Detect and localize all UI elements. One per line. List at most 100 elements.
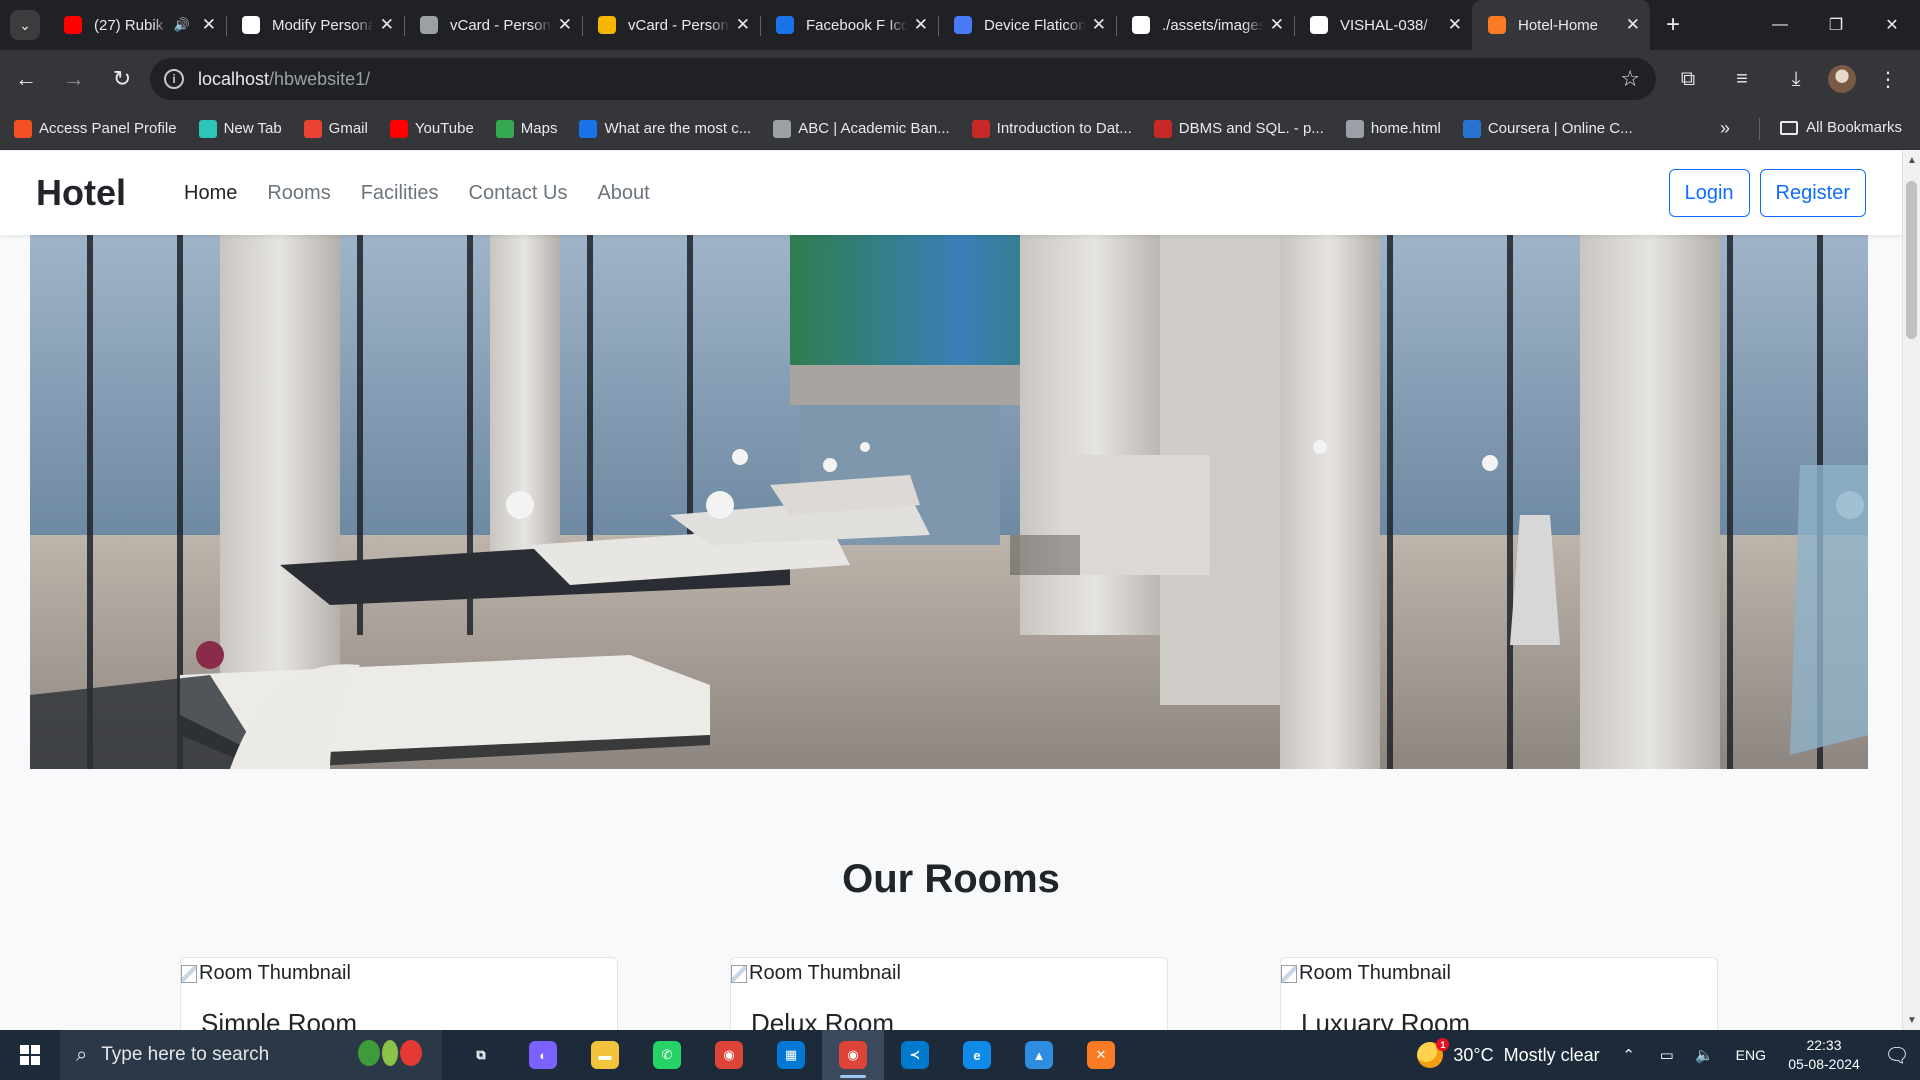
close-window-button[interactable]: ✕ xyxy=(1864,0,1920,50)
tab-title: VISHAL-038/ xyxy=(1340,16,1428,34)
battery-icon[interactable]: ▭ xyxy=(1648,1046,1686,1064)
all-bookmarks-button[interactable]: All Bookmarks xyxy=(1780,119,1902,136)
nav-link-about[interactable]: About xyxy=(597,182,649,205)
taskbar-app[interactable]: ◉ xyxy=(698,1030,760,1080)
xampp-icon xyxy=(1488,16,1506,34)
forward-button[interactable]: → xyxy=(52,57,96,101)
browser-tab[interactable]: ./assets/images ✕ xyxy=(1116,0,1294,50)
more-bookmarks-icon[interactable]: » xyxy=(1720,118,1730,139)
browser-toolbar: ← → ↻ i localhost/hbwebsite1/ ☆ ⧉ ≡ ⤓ ⋮ xyxy=(0,50,1920,108)
extensions-icon[interactable]: ⧉ xyxy=(1666,57,1710,101)
browser-tab[interactable]: vCard - Personal ✕ xyxy=(582,0,760,50)
nav-link-contact-us[interactable]: Contact Us xyxy=(469,182,568,205)
bookmark-item[interactable]: Gmail xyxy=(303,119,368,138)
volume-icon[interactable]: 🔈 xyxy=(1686,1046,1724,1064)
bookmark-star-icon[interactable]: ☆ xyxy=(1620,66,1640,92)
tab-search-button[interactable]: ⌄ xyxy=(10,10,40,40)
bookmark-favicon-icon xyxy=(579,119,598,138)
taskbar-app[interactable]: ⧉ xyxy=(450,1030,512,1080)
media-control-icon[interactable]: ≡ xyxy=(1720,57,1764,101)
taskbar-app[interactable]: ◐ xyxy=(512,1030,574,1080)
bookmark-item[interactable]: DBMS and SQL. - p... xyxy=(1153,119,1324,138)
register-button[interactable]: Register xyxy=(1759,169,1866,217)
tab-title: (27) Rubik xyxy=(94,16,164,34)
new-tab-button[interactable]: + xyxy=(1666,11,1680,39)
minimize-button[interactable]: — xyxy=(1752,0,1808,50)
back-button[interactable]: ← xyxy=(4,57,48,101)
bookmark-list: Access Panel Profile New Tab Gmail YouTube M… xyxy=(14,119,1655,138)
scroll-up-icon[interactable]: ▲ xyxy=(1907,155,1917,166)
close-tab-icon[interactable]: ✕ xyxy=(1626,15,1640,35)
start-button[interactable] xyxy=(0,1030,60,1080)
speaker-icon[interactable]: 🔊 xyxy=(174,17,190,33)
browser-tab[interactable]: Hotel-Home ✕ xyxy=(1472,0,1650,50)
page-scrollbar[interactable]: ▲ ▼ xyxy=(1902,151,1920,1030)
bookmark-item[interactable]: YouTube xyxy=(389,119,474,138)
nav-link-facilities[interactable]: Facilities xyxy=(361,182,439,205)
taskbar-app[interactable]: ▬ xyxy=(574,1030,636,1080)
broken-image-icon xyxy=(181,964,197,983)
room-thumbnail-alt: Room Thumbnail xyxy=(1299,962,1451,984)
taskbar-app[interactable]: ✕ xyxy=(1070,1030,1132,1080)
browser-tab[interactable]: Device Flaticon ✕ xyxy=(938,0,1116,50)
scroll-down-icon[interactable]: ▼ xyxy=(1907,1015,1917,1026)
browser-tab[interactable]: VISHAL-038/ ✕ xyxy=(1294,0,1472,50)
room-card[interactable]: Room Thumbnail Simple Room xyxy=(180,957,618,1030)
bookmark-item[interactable]: Access Panel Profile xyxy=(14,119,177,138)
reload-button[interactable]: ↻ xyxy=(100,57,144,101)
browser-tab[interactable]: Modify Persona ✕ xyxy=(226,0,404,50)
site-info-icon[interactable]: i xyxy=(164,69,184,89)
room-name: Luxuary Room xyxy=(1301,1008,1471,1030)
close-tab-icon[interactable]: ✕ xyxy=(1448,15,1462,35)
bookmark-item[interactable]: Introduction to Dat... xyxy=(971,119,1132,138)
room-thumbnail-alt: Room Thumbnail xyxy=(199,962,351,984)
chevron-up-icon[interactable]: ⌃ xyxy=(1610,1046,1648,1064)
taskbar-app[interactable]: ◉ xyxy=(822,1030,884,1080)
bookmark-item[interactable]: home.html xyxy=(1345,119,1441,138)
bookmark-item[interactable]: Coursera | Online C... xyxy=(1462,119,1633,138)
chatgpt-icon xyxy=(242,16,260,34)
taskbar-app[interactable]: ✆ xyxy=(636,1030,698,1080)
close-tab-icon[interactable]: ✕ xyxy=(558,15,572,35)
language-indicator[interactable]: ENG xyxy=(1736,1047,1766,1063)
clock[interactable]: 22:33 05-08-2024 xyxy=(1784,1036,1864,1074)
taskbar-app[interactable]: e xyxy=(946,1030,1008,1080)
tab-title: Device Flaticon xyxy=(984,16,1086,34)
close-tab-icon[interactable]: ✕ xyxy=(202,15,216,35)
nav-link-rooms[interactable]: Rooms xyxy=(267,182,330,205)
taskbar-app[interactable]: ▦ xyxy=(760,1030,822,1080)
bookmark-item[interactable]: New Tab xyxy=(198,119,282,138)
bookmark-item[interactable]: What are the most c... xyxy=(579,119,751,138)
nav-link-home[interactable]: Home xyxy=(184,182,237,205)
room-card[interactable]: Room Thumbnail Delux Room xyxy=(730,957,1168,1030)
all-bookmarks-label: All Bookmarks xyxy=(1806,119,1902,136)
notification-icon[interactable]: 🗨 xyxy=(1874,1043,1920,1068)
close-tab-icon[interactable]: ✕ xyxy=(380,15,394,35)
weather-icon[interactable]: 1 xyxy=(1417,1038,1450,1068)
bookmark-item[interactable]: Maps xyxy=(495,119,557,138)
scroll-thumb[interactable] xyxy=(1906,181,1917,339)
profile-avatar[interactable] xyxy=(1828,65,1856,93)
tab-title: Facebook F Icon xyxy=(806,16,908,34)
bookmark-item[interactable]: ABC | Academic Ban... xyxy=(773,119,950,138)
taskbar-app[interactable]: ▲ xyxy=(1008,1030,1070,1080)
download-icon[interactable]: ⤓ xyxy=(1774,57,1818,101)
address-bar[interactable]: i localhost/hbwebsite1/ ☆ xyxy=(150,58,1656,100)
close-tab-icon[interactable]: ✕ xyxy=(736,15,750,35)
brand-logo[interactable]: Hotel xyxy=(36,172,126,214)
browser-tab[interactable]: vCard - Personal ✕ xyxy=(404,0,582,50)
browser-tab[interactable]: (27) Rubik 🔊 ✕ xyxy=(48,0,226,50)
room-card[interactable]: Room Thumbnail Luxuary Room xyxy=(1280,957,1718,1030)
photos-icon: ▲ xyxy=(1025,1041,1053,1069)
close-tab-icon[interactable]: ✕ xyxy=(1092,15,1106,35)
browser-tabstrip: ⌄ (27) Rubik 🔊 ✕ Modify Persona ✕ vCard - Per… xyxy=(0,0,1920,50)
menu-icon[interactable]: ⋮ xyxy=(1866,57,1910,101)
taskbar-app[interactable]: ≺ xyxy=(884,1030,946,1080)
flag-icon xyxy=(776,16,794,34)
browser-tab[interactable]: Facebook F Icon ✕ xyxy=(760,0,938,50)
login-button[interactable]: Login xyxy=(1668,169,1750,217)
close-tab-icon[interactable]: ✕ xyxy=(1270,15,1284,35)
restore-button[interactable]: ❐ xyxy=(1808,0,1864,50)
close-tab-icon[interactable]: ✕ xyxy=(914,15,928,35)
taskbar-search[interactable]: ⌕ Type here to search xyxy=(60,1030,442,1080)
